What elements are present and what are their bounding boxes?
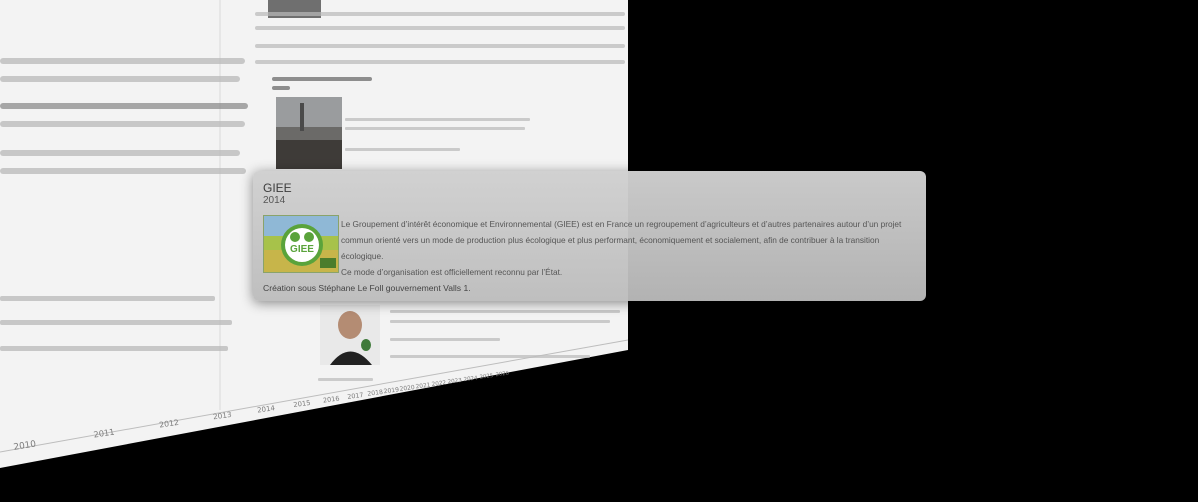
event-image-crowd[interactable] bbox=[276, 97, 342, 169]
card-description: Le Groupement d’intérêt économique et En… bbox=[341, 216, 921, 280]
card-year: 2014 bbox=[263, 195, 286, 206]
timeline-year-label[interactable]: 2022 bbox=[431, 380, 446, 388]
card-description-line-3: Ce mode d’organisation est officiellemen… bbox=[341, 267, 563, 277]
giee-logo-text: GIEE bbox=[290, 244, 314, 255]
event-year-blurred bbox=[272, 86, 290, 90]
timeline-year-label[interactable]: 2020 bbox=[399, 384, 415, 393]
card-description-line-2: commun orienté vers un mode de productio… bbox=[341, 235, 880, 261]
event-title-blurred bbox=[272, 77, 372, 81]
timeline-year-label[interactable]: 2025 bbox=[479, 373, 493, 381]
timeline-year-label[interactable]: 2019 bbox=[383, 386, 399, 395]
card-footer: Création sous Stéphane Le Foll gouvernem… bbox=[263, 283, 471, 293]
card-title: GIEE bbox=[263, 181, 292, 195]
timeline-year-label[interactable]: 2024 bbox=[463, 375, 478, 383]
timeline-year-label[interactable]: 2026 bbox=[495, 371, 509, 378]
giee-logo-image[interactable]: GIEE bbox=[263, 215, 339, 273]
timeline-year-label[interactable]: 2021 bbox=[415, 383, 431, 391]
event-detail-card[interactable]: GIEE 2014 GIEE Le Groupement d’intérêt é… bbox=[253, 171, 926, 301]
event-image-portrait[interactable] bbox=[320, 305, 380, 365]
timeline-year-label[interactable]: 2018 bbox=[367, 389, 384, 398]
card-description-line-1: Le Groupement d’intérêt économique et En… bbox=[341, 219, 902, 229]
timeline-year-label[interactable]: 2023 bbox=[447, 378, 462, 386]
